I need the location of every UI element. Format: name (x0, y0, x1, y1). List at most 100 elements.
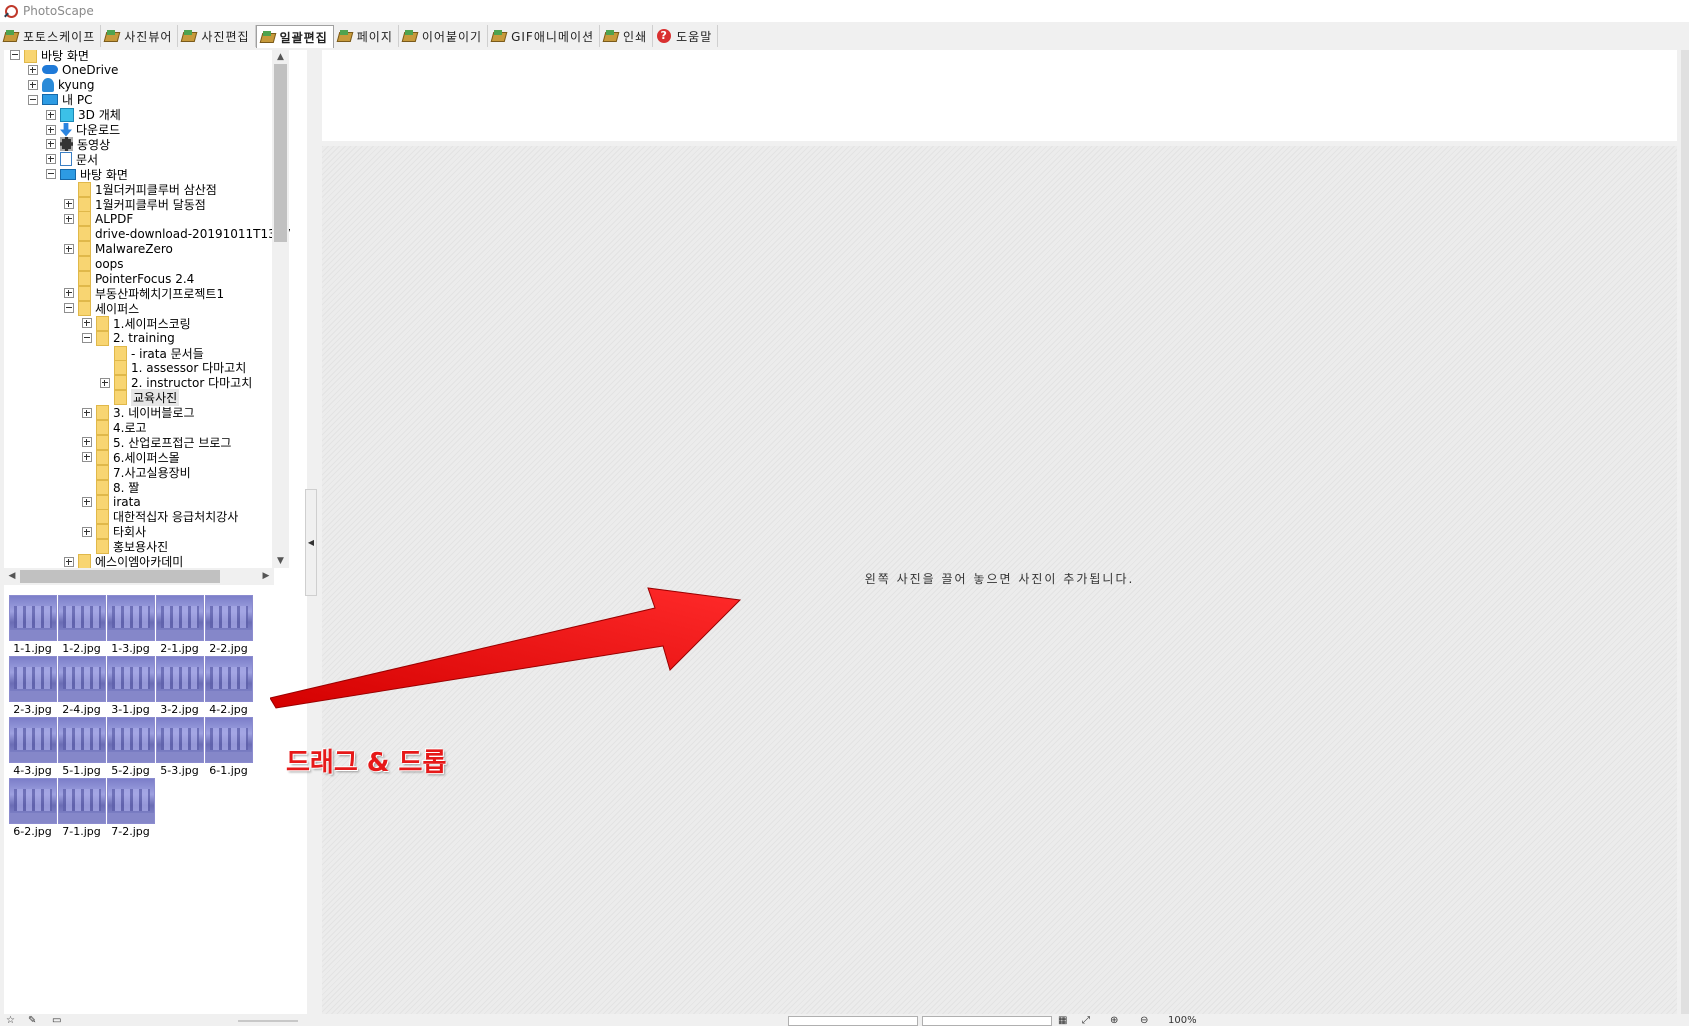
thumbnail-item[interactable]: 3-1.jpg (106, 656, 155, 716)
thumbnail-image[interactable] (155, 656, 204, 702)
tree-item-label: PointerFocus 2.4 (95, 271, 195, 286)
thumbnail-image[interactable] (106, 717, 155, 763)
thumbnail-item[interactable]: 2-3.jpg (8, 656, 57, 716)
thumbnail-item[interactable]: 1-2.jpg (57, 595, 106, 655)
thumbnail-item[interactable]: 5-3.jpg (155, 717, 204, 777)
collapse-icon[interactable] (64, 303, 74, 314)
thumbnail-item[interactable]: 7-1.jpg (57, 778, 106, 838)
tree-item[interactable]: 1.세이퍼스코링 (82, 315, 191, 331)
thumbnail-item[interactable]: 7-2.jpg (106, 778, 155, 838)
tree-horizontal-scrollbar[interactable]: ◀ ▶ (4, 568, 274, 585)
tree-item[interactable]: 부동산파헤치기프로젝트1 (64, 285, 224, 301)
expand-icon[interactable] (46, 109, 56, 120)
tab-combine[interactable]: 이어붙이기 (399, 25, 489, 47)
thumbnail-item[interactable]: 1-3.jpg (106, 595, 155, 655)
thumbnail-image[interactable] (155, 717, 204, 763)
thumbnail-image[interactable] (204, 656, 253, 702)
thumbnail-image[interactable] (57, 656, 106, 702)
tab-editor[interactable]: 사진편집 (178, 25, 256, 47)
tab-viewer[interactable]: 사진뷰어 (101, 25, 179, 47)
zoom-out-icon[interactable]: ⊖ (1140, 1015, 1148, 1026)
status-field-2 (922, 1016, 1052, 1026)
tab-print[interactable]: 인쇄 (600, 25, 654, 47)
scroll-down-arrow-icon[interactable]: ▼ (272, 554, 289, 568)
thumbnail-item[interactable]: 2-1.jpg (155, 595, 204, 655)
thumbnail-image[interactable] (204, 595, 253, 641)
thumbnail-image[interactable] (8, 656, 57, 702)
tree-item[interactable]: 1월커피클루버 달동점 (64, 196, 206, 212)
thumbnail-item[interactable]: 5-1.jpg (57, 717, 106, 777)
expand-icon[interactable] (46, 154, 56, 165)
thumbnail-item[interactable]: 5-2.jpg (106, 717, 155, 777)
expand-icon[interactable] (100, 377, 110, 388)
tab-help[interactable]: 도움말 (653, 25, 719, 47)
expand-icon[interactable] (82, 407, 92, 418)
thumbnail-item[interactable]: 3-2.jpg (155, 656, 204, 716)
tab-gif[interactable]: GIF애니메이션 (488, 25, 601, 47)
thumbnail-item[interactable]: 6-1.jpg (204, 717, 253, 777)
thumbnail-image[interactable] (57, 595, 106, 641)
expand-icon[interactable] (28, 79, 38, 90)
tree-horizontal-scroll-thumb[interactable] (20, 570, 220, 583)
tree-item[interactable]: oops (64, 256, 124, 272)
thumbnail-image[interactable] (106, 778, 155, 824)
tree-item[interactable]: OneDrive (28, 62, 118, 78)
scroll-left-arrow-icon[interactable]: ◀ (4, 568, 20, 585)
tab-photoscape[interactable]: 포토스케이프 (0, 25, 102, 47)
collapse-icon[interactable] (46, 169, 56, 180)
tree-item[interactable]: 8. 짤 (82, 479, 139, 495)
tree-item[interactable]: ALPDF (64, 211, 133, 227)
tab-page[interactable]: 페이지 (334, 25, 399, 47)
expand-icon[interactable] (64, 213, 74, 224)
thumbnail-image[interactable] (8, 778, 57, 824)
expand-icon[interactable] (82, 437, 92, 448)
gif-icon (491, 29, 507, 43)
thumbnail-item[interactable]: 2-4.jpg (57, 656, 106, 716)
expand-icon[interactable] (46, 139, 56, 150)
expand-icon[interactable] (46, 124, 56, 135)
tab-batch-editor[interactable]: 일괄편집 (255, 25, 334, 48)
expand-icon[interactable] (64, 556, 74, 567)
tree-item[interactable]: drive-download-20191011T13474 (64, 226, 291, 242)
tree-item[interactable]: MalwareZero (64, 241, 173, 257)
thumbnail-image[interactable] (57, 717, 106, 763)
folder-icon (78, 285, 91, 301)
star-icon[interactable]: ☆ (6, 1015, 15, 1026)
folder-tree: 바탕 화면 OneDrive kyung 내 PC 3D 개체 다운로드 동영상 문서 바탕 화… (4, 50, 291, 610)
checkerboard-icon[interactable]: ▦ (1058, 1015, 1067, 1026)
tree-vertical-scroll-thumb[interactable] (274, 64, 287, 242)
expand-icon[interactable] (82, 497, 92, 507)
folder-icon (96, 330, 109, 346)
expand-icon[interactable] (64, 243, 74, 254)
scroll-up-arrow-icon[interactable]: ▲ (272, 50, 289, 64)
thumbnail-item[interactable]: 6-2.jpg (8, 778, 57, 838)
tree-vertical-scrollbar[interactable]: ▲ ▼ (272, 50, 289, 568)
tree-item[interactable]: 대한적십자 응급처치강사 (82, 509, 238, 525)
thumbnail-item[interactable]: 1-1.jpg (8, 595, 57, 655)
fit-icon[interactable]: ⤢ (1082, 1015, 1090, 1026)
thumbnail-image[interactable] (8, 717, 57, 763)
thumbnail-image[interactable] (204, 717, 253, 763)
zoom-in-icon[interactable]: ⊕ (1110, 1015, 1118, 1026)
thumbnail-image[interactable] (8, 595, 57, 641)
thumbnail-image[interactable] (57, 778, 106, 824)
expand-icon[interactable] (64, 199, 74, 209)
collapse-icon[interactable] (82, 333, 92, 344)
collapse-icon[interactable] (10, 50, 20, 60)
thumbnail-image[interactable] (106, 656, 155, 702)
expand-icon[interactable] (82, 526, 92, 537)
thumbnail-image[interactable] (155, 595, 204, 641)
expand-icon[interactable] (82, 318, 92, 329)
thumbnail-item[interactable]: 2-2.jpg (204, 595, 253, 655)
collapse-icon[interactable] (28, 94, 38, 105)
thumbnail-item[interactable]: 4-3.jpg (8, 717, 57, 777)
thumbnail-size-slider[interactable] (238, 1020, 298, 1022)
expand-icon[interactable] (28, 64, 38, 75)
folder-open-icon[interactable]: ▭ (52, 1015, 61, 1026)
expand-icon[interactable] (82, 452, 92, 463)
expand-icon[interactable] (64, 288, 74, 299)
pencil-icon[interactable]: ✎ (28, 1015, 36, 1026)
thumbnail-item[interactable]: 4-2.jpg (204, 656, 253, 716)
thumbnail-image[interactable] (106, 595, 155, 641)
tree-line (82, 542, 92, 552)
